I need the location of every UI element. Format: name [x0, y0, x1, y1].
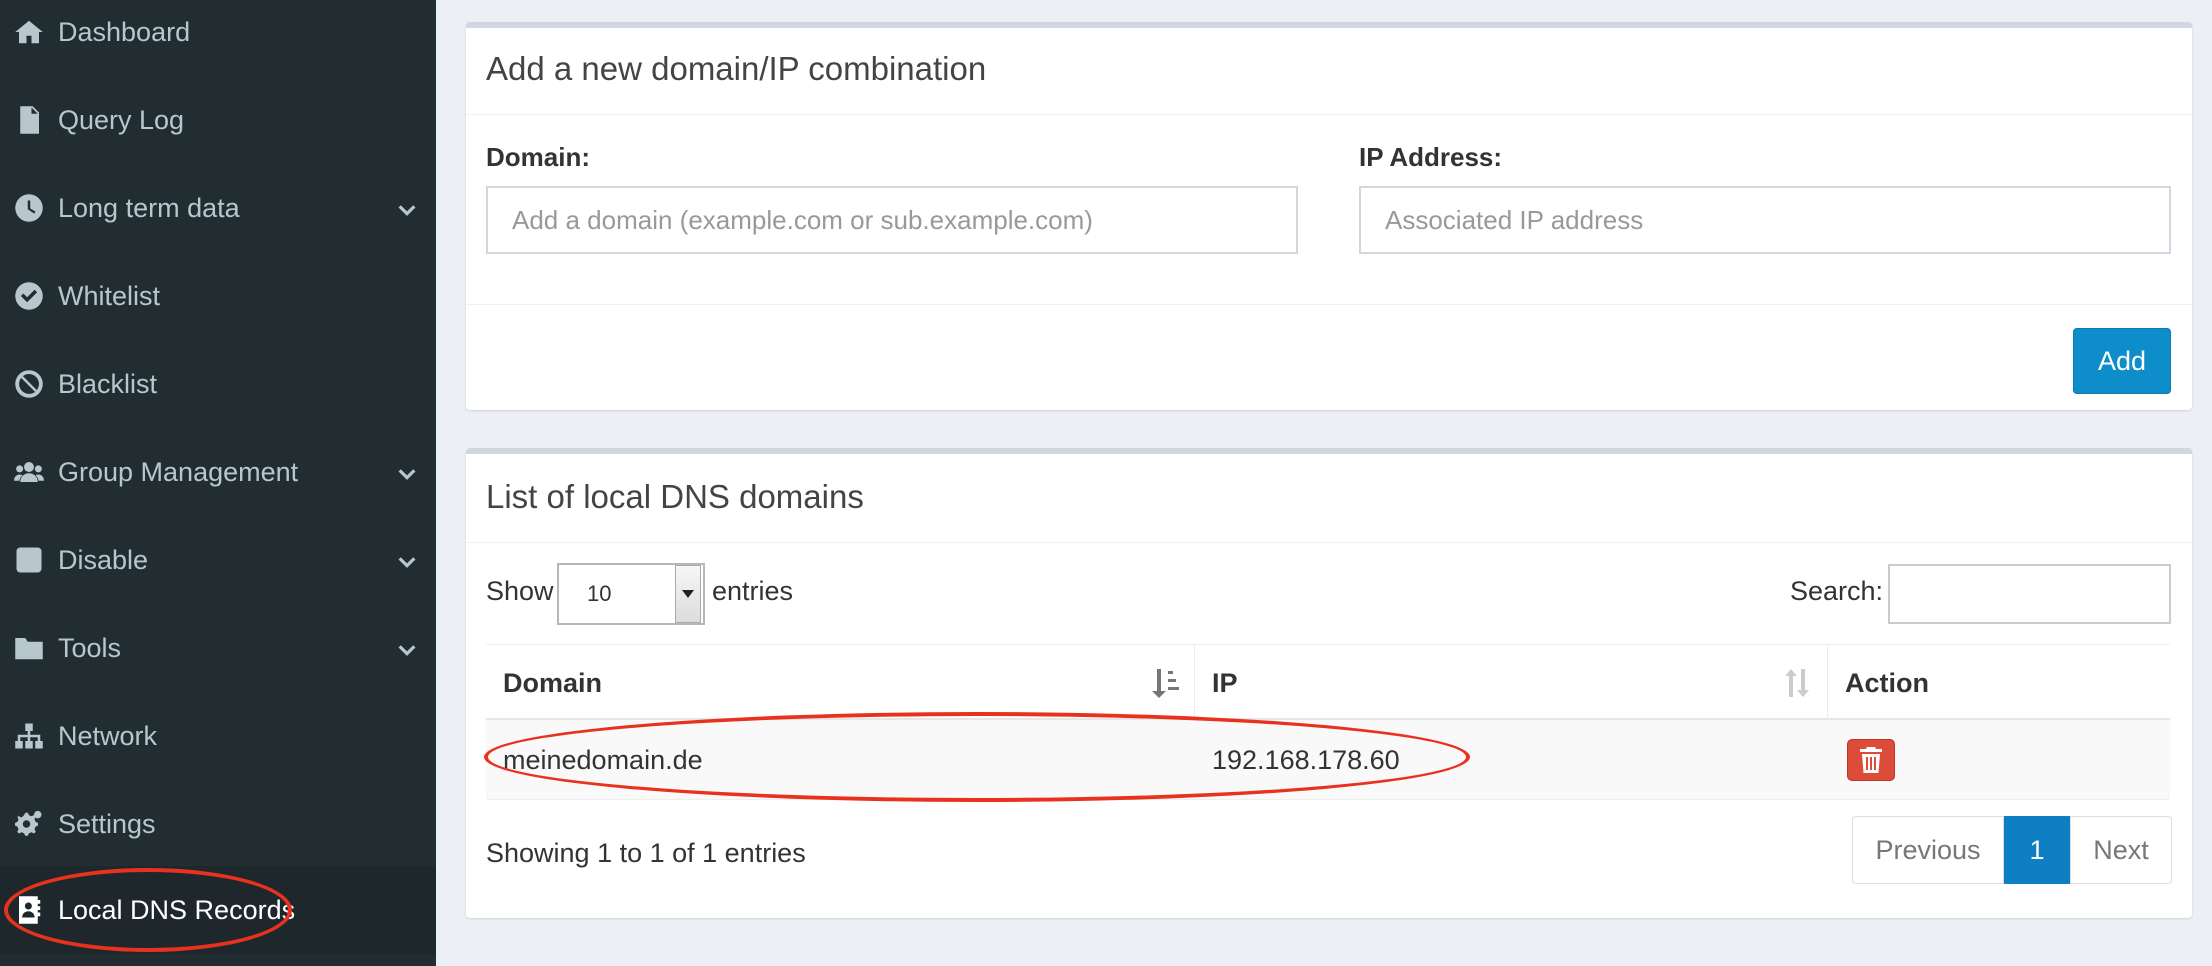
- sidebar-item-disable[interactable]: Disable: [0, 516, 436, 604]
- stop-icon: [0, 545, 58, 575]
- sidebar-item-label: Blacklist: [58, 368, 158, 399]
- sidebar-item-label: Disable: [58, 544, 149, 575]
- list-box-title: List of local DNS domains: [486, 478, 864, 515]
- entries-select[interactable]: 10: [557, 563, 705, 625]
- sidebar-item-settings[interactable]: Settings: [0, 780, 436, 868]
- home-icon: [0, 17, 58, 47]
- column-label: Domain: [503, 667, 603, 698]
- users-icon: [0, 457, 58, 487]
- sidebar-item-label: Dashboard: [58, 16, 191, 47]
- gears-icon: [0, 809, 58, 839]
- sidebar-item-label: Whitelist: [58, 280, 161, 311]
- ip-address-label: IP Address:: [1359, 142, 1503, 172]
- cell-ip: 192.168.178.60: [1212, 744, 1400, 775]
- local-dns-list-box: List of local DNS domains Show 10 entrie…: [466, 448, 2192, 918]
- sidebar-item-label: Long term data: [58, 192, 240, 223]
- dropdown-arrow-icon[interactable]: [675, 565, 701, 623]
- ban-icon: [0, 369, 58, 399]
- table-header: Domain IP Action: [486, 644, 2170, 721]
- sidebar-item-tools[interactable]: Tools: [0, 604, 436, 692]
- column-header-ip[interactable]: IP: [1195, 645, 1828, 721]
- previous-page-button[interactable]: Previous: [1852, 816, 2004, 884]
- sidebar-item-blacklist[interactable]: Blacklist: [0, 340, 436, 428]
- add-domain-box: Add a new domain/IP combination Domain: …: [466, 22, 2192, 410]
- column-label: IP: [1212, 667, 1238, 698]
- sidebar-item-whitelist[interactable]: Whitelist: [0, 252, 436, 340]
- page-1-button[interactable]: 1: [2004, 816, 2070, 884]
- pagination: Previous 1 Next: [1852, 816, 2172, 884]
- divider: [466, 304, 2192, 305]
- folder-icon: [0, 633, 58, 663]
- sidebar: Dashboard Query Log Long term data White…: [0, 0, 436, 966]
- sidebar-item-label: Settings: [58, 808, 156, 839]
- column-header-action: Action: [1828, 645, 2170, 721]
- column-label: Action: [1845, 667, 1929, 698]
- sidebar-item-label: Group Management: [58, 456, 299, 487]
- sidebar-item-network[interactable]: Network: [0, 692, 436, 780]
- domain-label: Domain:: [486, 142, 590, 172]
- trash-icon: [1860, 747, 1882, 773]
- delete-button[interactable]: [1847, 739, 1895, 781]
- domain-input[interactable]: [486, 186, 1298, 254]
- entries-select-value: 10: [587, 581, 612, 606]
- chevron-down-icon[interactable]: [396, 461, 418, 483]
- add-box-title: Add a new domain/IP combination: [486, 50, 987, 87]
- file-icon: [0, 105, 58, 135]
- sidebar-item-label: Network: [58, 720, 158, 751]
- chevron-down-icon[interactable]: [396, 197, 418, 219]
- sidebar-item-local-dns-records[interactable]: Local DNS Records: [0, 866, 436, 954]
- sort-both-icon[interactable]: [1783, 667, 1813, 699]
- chevron-down-icon[interactable]: [396, 637, 418, 659]
- network-icon: [0, 721, 58, 751]
- sidebar-item-query-log[interactable]: Query Log: [0, 76, 436, 164]
- entries-label: entries: [712, 576, 794, 606]
- table-row: meinedomain.de 192.168.178.60: [486, 720, 2170, 800]
- clock-icon: [0, 193, 58, 223]
- search-input[interactable]: [1888, 564, 2171, 624]
- add-button[interactable]: Add: [2073, 328, 2171, 394]
- show-label: Show: [486, 576, 554, 606]
- sort-ascending-icon[interactable]: [1150, 667, 1180, 699]
- table-info: Showing 1 to 1 of 1 entries: [486, 838, 806, 868]
- divider: [466, 114, 2192, 115]
- cell-domain: meinedomain.de: [503, 744, 703, 775]
- next-page-button[interactable]: Next: [2070, 816, 2172, 884]
- sidebar-item-group-management[interactable]: Group Management: [0, 428, 436, 516]
- address-book-icon: [0, 895, 58, 925]
- sidebar-item-label: Local DNS Records: [58, 894, 296, 925]
- divider: [466, 542, 2192, 543]
- sidebar-item-label: Query Log: [58, 104, 185, 135]
- ip-address-input[interactable]: [1359, 186, 2171, 254]
- sidebar-item-dashboard[interactable]: Dashboard: [0, 0, 436, 76]
- column-header-domain[interactable]: Domain: [486, 645, 1195, 721]
- sidebar-item-long-term-data[interactable]: Long term data: [0, 164, 436, 252]
- sidebar-item-label: Tools: [58, 632, 122, 663]
- search-label: Search:: [1790, 576, 1884, 606]
- chevron-down-icon[interactable]: [396, 549, 418, 571]
- check-circle-icon: [0, 281, 58, 311]
